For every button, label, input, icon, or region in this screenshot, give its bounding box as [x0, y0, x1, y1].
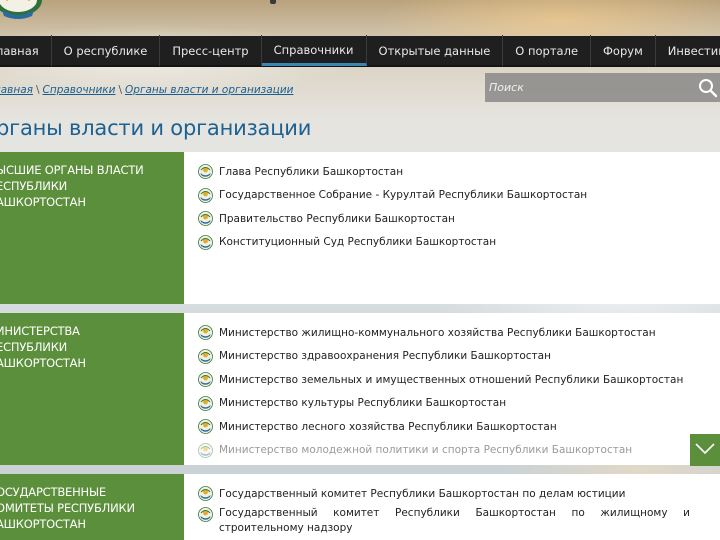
list-item[interactable]: Государственное Собрание - Курултай Респ…	[198, 184, 720, 208]
list-item[interactable]: Государственный комитет Республики Башко…	[198, 482, 720, 506]
list-item-label[interactable]: Глава Республики Башкортостан	[219, 166, 403, 178]
breadcrumb-current[interactable]: Органы власти и организации	[125, 84, 293, 96]
nav-item-directories[interactable]: Справочники	[261, 35, 367, 66]
scroll-down-button[interactable]	[690, 434, 720, 466]
republic-emblem-icon	[198, 211, 213, 227]
section-heading[interactable]: ОСУДАРСТВЕННЫЕ ОМИТЕТЫ РЕСПУБЛИКИ АШКОРТ…	[0, 474, 184, 540]
chevron-down-icon	[694, 441, 716, 460]
list-item[interactable]: Министерство культуры Республики Башкорт…	[198, 392, 720, 416]
nav-item-investments[interactable]: Инвестиции	[656, 35, 720, 66]
breadcrumb-separator: \	[35, 84, 40, 96]
list-item-label[interactable]: Министерство здравоохранения Республики …	[219, 350, 551, 362]
nav-item-press[interactable]: Пресс-центр	[160, 35, 262, 66]
nav-item-portal[interactable]: О портале	[503, 35, 592, 66]
list-item-label[interactable]: Конституционный Суд Республики Башкортос…	[219, 236, 496, 248]
search-icon[interactable]	[698, 78, 718, 98]
list-item[interactable]: Правительство Республики Башкортостан	[198, 207, 720, 231]
nav-item-open-data[interactable]: Открытые данные	[367, 35, 504, 66]
list-item[interactable]: Глава Республики Башкортостан	[198, 160, 720, 184]
section-supreme-authorities: ЫСШИЕ ОРГАНЫ ВЛАСТИ ЕСПУБЛИКИ АШКОРТОСТА…	[0, 152, 720, 304]
section-list: Глава Республики Башкортостан Государств…	[184, 152, 720, 304]
list-item-label[interactable]: Правительство Республики Башкортостан	[219, 213, 455, 225]
republic-emblem-icon	[198, 164, 213, 180]
search-box	[485, 73, 720, 102]
section-ministries: ИНИСТЕРСТВА ЕСПУБЛИКИ АШКОРТОСТАН Минист…	[0, 313, 720, 465]
republic-emblem-icon	[198, 187, 213, 203]
list-item[interactable]: Министерство здравоохранения Республики …	[198, 345, 720, 369]
list-item-label[interactable]: Министерство жилищно-коммунального хозяй…	[219, 327, 656, 339]
list-item-label[interactable]: Министерство земельных и имущественных о…	[219, 374, 683, 386]
breadcrumb-home[interactable]: лавная	[0, 84, 33, 96]
list-item[interactable]: Министерство лесного хозяйства Республик…	[198, 415, 720, 439]
header-title-fragment	[270, 0, 276, 4]
main-nav: лавная О республике Пресс-центр Справочн…	[0, 35, 720, 67]
nav-item-home[interactable]: лавная	[0, 35, 52, 66]
section-list: Министерство жилищно-коммунального хозяй…	[184, 313, 720, 465]
republic-emblem-icon	[198, 325, 213, 341]
republic-emblem-icon	[198, 442, 213, 458]
republic-emblem-icon	[198, 506, 213, 522]
section-heading[interactable]: ЫСШИЕ ОРГАНЫ ВЛАСТИ ЕСПУБЛИКИ АШКОРТОСТА…	[0, 152, 184, 304]
section-heading[interactable]: ИНИСТЕРСТВА ЕСПУБЛИКИ АШКОРТОСТАН	[0, 313, 184, 465]
list-item-label[interactable]: Государственный комитет Республики Башко…	[219, 488, 625, 500]
republic-emblem-icon	[198, 419, 213, 435]
list-item-label[interactable]: Государственный комитет Республики Башко…	[219, 506, 690, 536]
list-item[interactable]: Государственный комитет Республики Башко…	[198, 506, 720, 536]
republic-emblem-icon	[198, 234, 213, 250]
republic-emblem-icon	[198, 348, 213, 364]
list-item[interactable]: Конституционный Суд Республики Башкортос…	[198, 231, 720, 255]
republic-emblem-icon	[198, 395, 213, 411]
republic-emblem-icon	[198, 486, 213, 502]
breadcrumb-separator: \	[118, 84, 123, 96]
list-item[interactable]: Министерство земельных и имущественных о…	[198, 368, 720, 392]
list-item-label[interactable]: Министерство культуры Республики Башкорт…	[219, 397, 506, 409]
nav-item-about[interactable]: О республике	[52, 35, 161, 66]
section-state-committees: ОСУДАРСТВЕННЫЕ ОМИТЕТЫ РЕСПУБЛИКИ АШКОРТ…	[0, 474, 720, 540]
republic-emblem-icon	[198, 372, 213, 388]
list-item-label[interactable]: Министерство лесного хозяйства Республик…	[219, 421, 557, 433]
breadcrumb-directories[interactable]: Справочники	[43, 84, 116, 96]
site-logo[interactable]	[0, 0, 48, 20]
breadcrumb: лавная\Справочники\Органы власти и орган…	[0, 84, 293, 96]
search-input[interactable]	[485, 73, 685, 102]
list-item-label[interactable]: Государственное Собрание - Курултай Респ…	[219, 189, 587, 201]
list-item[interactable]: Министерство жилищно-коммунального хозяй…	[198, 321, 720, 345]
section-list: Государственный комитет Республики Башко…	[184, 474, 720, 540]
page-title: рганы власти и организации	[0, 116, 312, 140]
nav-item-forum[interactable]: Форум	[591, 35, 656, 66]
list-item[interactable]: Министерство молодежной политики и спорт…	[198, 439, 720, 463]
list-item-label[interactable]: Министерство молодежной политики и спорт…	[219, 444, 632, 456]
